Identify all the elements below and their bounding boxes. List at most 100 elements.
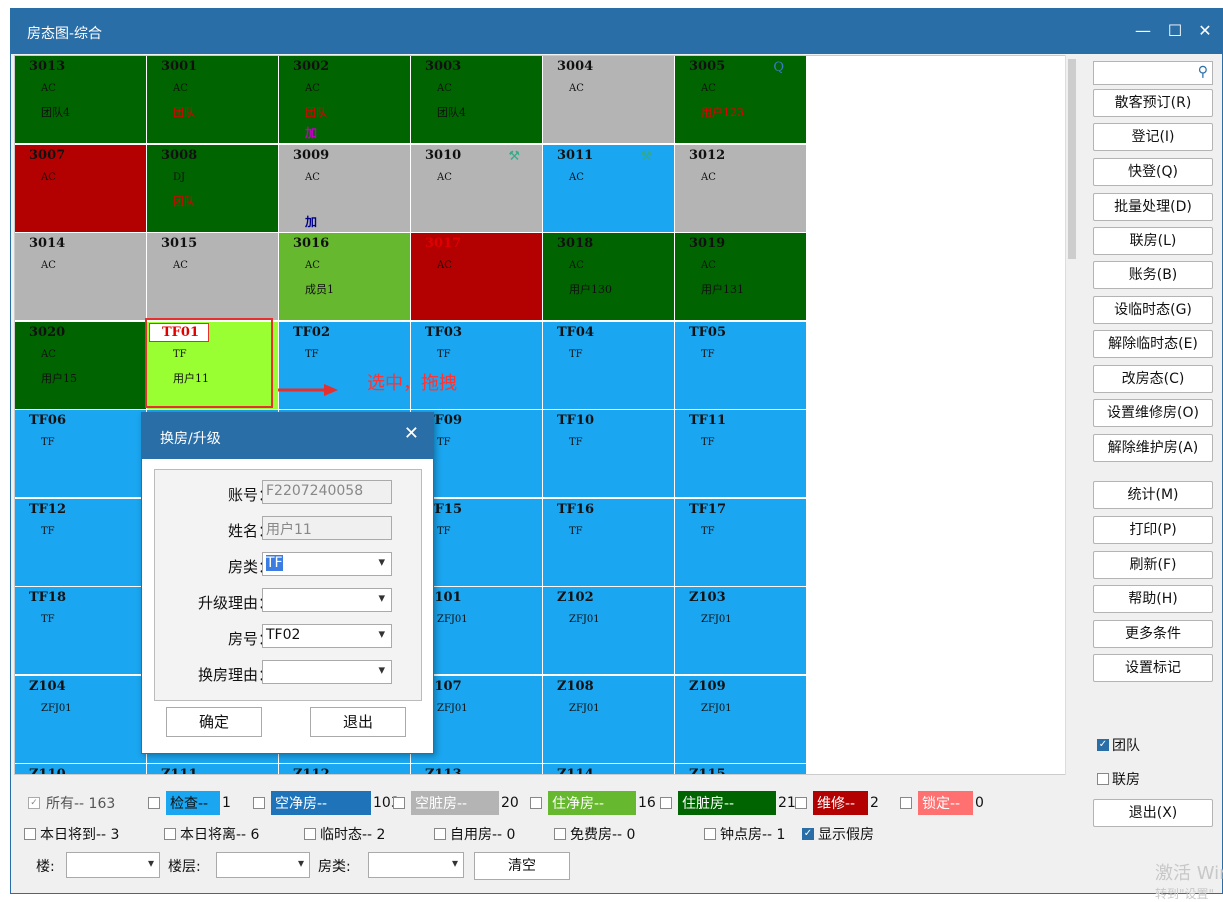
status-filter[interactable]: 自用房-- 0: [434, 824, 515, 844]
room-cell[interactable]: 3009 AC 加: [279, 144, 411, 233]
room-cell[interactable]: 3004 AC: [543, 56, 675, 144]
legend-filter[interactable]: 检查-- 1: [142, 790, 231, 816]
sidebar-button[interactable]: 设置维修房(O): [1093, 399, 1213, 427]
room-cell[interactable]: 3003 AC 团队4: [411, 56, 543, 144]
legend-filter[interactable]: 住净房-- 16: [524, 790, 656, 816]
filter-checkbox[interactable]: [164, 828, 176, 840]
room-cell[interactable]: TF17 TF: [675, 498, 807, 587]
room-cell[interactable]: TF16 TF: [543, 498, 675, 587]
field-dropdown[interactable]: TF02: [262, 624, 392, 648]
room-cell[interactable]: TF05 TF: [675, 321, 807, 410]
scroll-thumb[interactable]: [1068, 59, 1076, 259]
status-filter[interactable]: ✓ 显示假房: [802, 824, 874, 844]
sidebar-button[interactable]: 登记(I): [1093, 123, 1213, 151]
sidebar-button[interactable]: 联房(L): [1093, 227, 1213, 255]
room-cell[interactable]: Z112: [279, 764, 411, 774]
room-cell[interactable]: 3012 AC: [675, 144, 807, 233]
sidebar-button[interactable]: 更多条件: [1093, 620, 1213, 648]
room-cell[interactable]: 3015 AC: [147, 233, 279, 321]
sidebar-button[interactable]: 解除维护房(A): [1093, 434, 1213, 462]
room-cell[interactable]: TF03 TF: [411, 321, 543, 410]
room-cell[interactable]: Z115: [675, 764, 807, 774]
sidebar-button[interactable]: 解除临时态(E): [1093, 330, 1213, 358]
grid-scrollbar[interactable]: [1065, 55, 1078, 775]
sidebar-checkbox[interactable]: ✓ 团队: [1097, 735, 1140, 755]
sidebar-button[interactable]: 散客预订(R): [1093, 89, 1213, 117]
status-filter[interactable]: 本日将到-- 3: [24, 824, 119, 844]
sidebar-button[interactable]: 改房态(C): [1093, 365, 1213, 393]
dialog-close-icon[interactable]: ✕: [404, 423, 419, 444]
field-dropdown[interactable]: [262, 660, 392, 684]
legend-filter[interactable]: 空脏房-- 20: [387, 790, 519, 816]
filter-checkbox[interactable]: [434, 828, 446, 840]
room-cell[interactable]: Z104 ZFJ01: [15, 675, 147, 764]
room-cell[interactable]: 3001 AC 团队: [147, 56, 279, 144]
sidebar-button[interactable]: 账务(B): [1093, 261, 1213, 289]
legend-filter[interactable]: 锁定-- 0: [894, 790, 984, 816]
checkbox-box[interactable]: ✓: [1097, 739, 1109, 751]
room-cell[interactable]: Z103 ZFJ01: [675, 587, 807, 675]
room-cell[interactable]: Z113: [411, 764, 543, 774]
confirm-button[interactable]: 确定: [166, 707, 262, 737]
status-filter[interactable]: 钟点房-- 1: [704, 824, 785, 844]
exit-dialog-button[interactable]: 退出: [310, 707, 406, 737]
floor-select[interactable]: [216, 852, 310, 878]
legend-checkbox[interactable]: [253, 797, 265, 809]
checkbox-box[interactable]: [1097, 773, 1109, 785]
room-cell[interactable]: Z110: [15, 764, 147, 774]
search-input[interactable]: ⚲: [1093, 61, 1213, 85]
legend-checkbox[interactable]: [900, 797, 912, 809]
room-cell[interactable]: Z109 ZFJ01: [675, 675, 807, 764]
filter-checkbox[interactable]: [704, 828, 716, 840]
room-cell[interactable]: 3014 AC: [15, 233, 147, 321]
room-cell[interactable]: 3017 AC: [411, 233, 543, 321]
sidebar-button[interactable]: 设置标记: [1093, 654, 1213, 682]
field-input[interactable]: F2207240058: [262, 480, 392, 504]
room-cell[interactable]: TF11 TF: [675, 410, 807, 498]
sidebar-button[interactable]: 刷新(F): [1093, 551, 1213, 579]
room-cell[interactable]: 3019 AC 用户131: [675, 233, 807, 321]
filter-checkbox[interactable]: [304, 828, 316, 840]
status-filter[interactable]: 免费房-- 0: [554, 824, 635, 844]
sidebar-button[interactable]: 批量处理(D): [1093, 193, 1213, 221]
room-cell[interactable]: 3010 AC ⚒: [411, 144, 543, 233]
exit-button[interactable]: 退出(X): [1093, 799, 1213, 827]
legend-filter[interactable]: 维修-- 2: [789, 790, 879, 816]
field-input[interactable]: 用户11: [262, 516, 392, 540]
room-cell[interactable]: 3005 AC 用户123 Q: [675, 56, 807, 144]
legend-checkbox[interactable]: [530, 797, 542, 809]
room-cell[interactable]: TF18 TF: [15, 587, 147, 675]
room-cell[interactable]: Z102 ZFJ01: [543, 587, 675, 675]
clear-button[interactable]: 清空: [474, 852, 570, 880]
legend-filter[interactable]: ✓ 所有-- 163: [22, 790, 115, 816]
sidebar-button[interactable]: 统计(M): [1093, 481, 1213, 509]
legend-checkbox[interactable]: [795, 797, 807, 809]
filter-checkbox[interactable]: [554, 828, 566, 840]
room-cell[interactable]: TF10 TF: [543, 410, 675, 498]
room-cell[interactable]: TF12 TF: [15, 498, 147, 587]
field-dropdown[interactable]: [262, 588, 392, 612]
sidebar-button[interactable]: 设临时态(G): [1093, 296, 1213, 324]
room-cell[interactable]: 3018 AC 用户130: [543, 233, 675, 321]
room-cell[interactable]: 3011 AC ⚒: [543, 144, 675, 233]
sidebar-button[interactable]: 帮助(H): [1093, 585, 1213, 613]
filter-checkbox[interactable]: ✓: [802, 828, 814, 840]
room-cell[interactable]: Z111: [147, 764, 279, 774]
legend-filter[interactable]: 空净房-- 103: [247, 790, 400, 816]
room-cell[interactable]: 3016 AC 成员1: [279, 233, 411, 321]
building-select[interactable]: [66, 852, 160, 878]
selected-room-number[interactable]: TF01: [149, 323, 209, 342]
status-filter[interactable]: 本日将离-- 6: [164, 824, 259, 844]
field-dropdown[interactable]: TF: [262, 552, 392, 576]
roomtype-select[interactable]: [368, 852, 464, 878]
status-filter[interactable]: 临时态-- 2: [304, 824, 385, 844]
legend-checkbox[interactable]: [393, 797, 405, 809]
room-cell[interactable]: TF04 TF: [543, 321, 675, 410]
legend-checkbox[interactable]: [660, 797, 672, 809]
room-cell[interactable]: 3013 AC 团队4: [15, 56, 147, 144]
room-cell[interactable]: Z108 ZFJ01: [543, 675, 675, 764]
room-cell[interactable]: Z114: [543, 764, 675, 774]
room-cell[interactable]: 3008 DJ 团队: [147, 144, 279, 233]
close-button[interactable]: ✕: [1191, 17, 1219, 45]
room-cell[interactable]: TF02 TF: [279, 321, 411, 410]
